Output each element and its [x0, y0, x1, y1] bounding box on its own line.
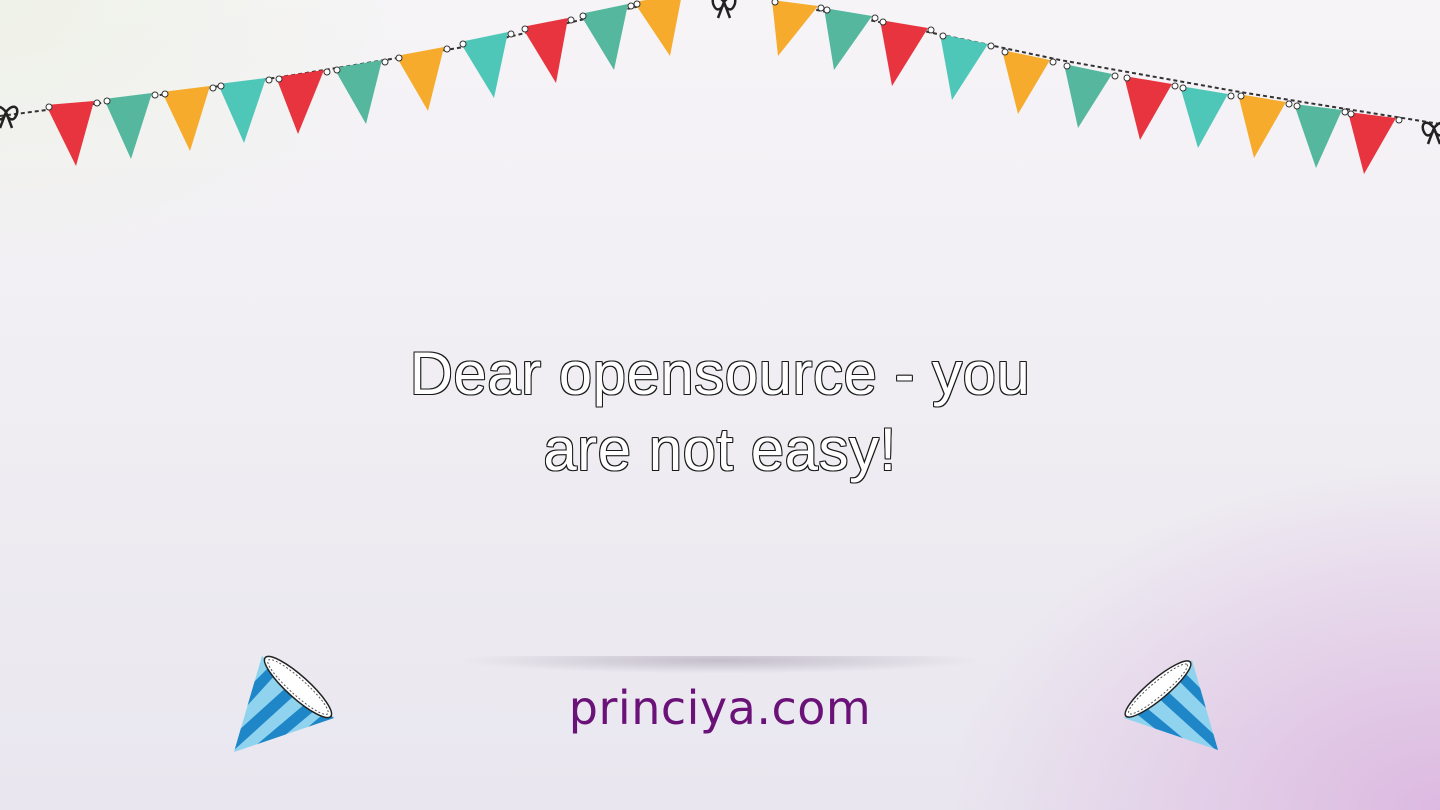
bunting-flag-right-3 — [880, 20, 928, 86]
bunting-eyelet — [507, 30, 515, 38]
bunting-eyelet — [1227, 92, 1235, 100]
banner-canvas: Dear opensource - you are not easy! prin… — [0, 0, 1440, 810]
bunting-flag-left-1 — [46, 101, 94, 166]
bow-right-icon — [1421, 121, 1440, 145]
bunting-flag-left-9 — [522, 18, 568, 83]
footer-shadow — [460, 656, 980, 678]
bunting-eyelet — [771, 0, 779, 6]
bunting-eyelet — [879, 18, 887, 26]
bunting-flag-right-7 — [1124, 76, 1172, 140]
bunting-flag-right-4 — [940, 34, 988, 100]
bunting-flag-right-11 — [1348, 112, 1396, 174]
bunting-eyelet — [333, 66, 341, 74]
bunting-eyelet — [217, 82, 225, 90]
bunting-eyelet — [823, 6, 831, 14]
bunting-flag-right-6 — [1064, 64, 1112, 128]
bunting-flag-left-3 — [162, 86, 210, 151]
bunting-eyelet — [151, 91, 159, 99]
bunting-eyelet — [459, 40, 467, 48]
bunting-flag-right-10 — [1294, 104, 1342, 168]
bunting-eyelet — [323, 68, 331, 76]
headline: Dear opensource - you are not easy! — [320, 336, 1120, 488]
bunting-eyelet — [275, 75, 283, 83]
bunting-eyelet — [1293, 102, 1301, 110]
headline-line-1: Dear opensource - you — [409, 340, 1031, 407]
bunting-eyelet — [161, 90, 169, 98]
bunting-eyelet — [567, 16, 575, 24]
headline-line-2: are not easy! — [543, 416, 897, 483]
bunting-eyelet — [395, 54, 403, 62]
bunting-eyelet — [1347, 110, 1355, 118]
bunting-flag-right-1 — [772, 0, 818, 56]
bunting-eyelet — [103, 97, 111, 105]
bunting-eyelet — [1049, 58, 1057, 66]
bunting-eyelet — [817, 4, 825, 12]
bunting-eyelet — [1179, 84, 1187, 92]
bunting-eyelet — [93, 99, 101, 107]
bunting-decoration — [0, 0, 1440, 174]
bunting-flag-left-6 — [334, 60, 382, 124]
bunting-eyelet — [627, 2, 635, 10]
bunting-eyelet — [1111, 72, 1119, 80]
bunting-eyelet — [1001, 48, 1009, 56]
party-hat-right-icon — [1124, 660, 1218, 750]
site-link[interactable]: princiya.com — [520, 676, 920, 740]
bunting-eyelet — [1123, 74, 1131, 82]
bunting-flag-right-5 — [1002, 50, 1050, 114]
bunting-flag-right-9 — [1238, 94, 1286, 158]
bunting-flag-left-5 — [276, 70, 324, 134]
bunting-flag-left-11 — [634, 0, 681, 56]
bunting-flag-left-2 — [104, 93, 152, 159]
party-hat-left-icon — [234, 655, 334, 752]
bunting-eyelet — [521, 25, 529, 33]
bunting-eyelet — [1171, 82, 1179, 90]
bunting-flag-left-10 — [580, 4, 628, 70]
bunting-eyelet — [1395, 116, 1403, 124]
bow-left-icon — [0, 105, 19, 129]
bunting-flag-left-4 — [218, 78, 266, 143]
bunting-eyelet — [443, 45, 451, 53]
bunting-flag-left-7 — [396, 47, 444, 111]
bunting-eyelet — [871, 14, 879, 22]
bunting-eyelet — [1285, 100, 1293, 108]
bunting-flag-left-8 — [460, 32, 508, 98]
bunting-eyelet — [265, 76, 273, 84]
bunting-flag-right-8 — [1180, 86, 1228, 148]
bunting-eyelet — [579, 12, 587, 20]
bunting-eyelet — [209, 84, 217, 92]
bunting-flag-right-2 — [824, 8, 872, 70]
bunting-eyelet — [45, 103, 53, 111]
bunting-eyelet — [987, 42, 995, 50]
bunting-eyelet — [381, 58, 389, 66]
bunting-eyelet — [939, 32, 947, 40]
bunting-eyelet — [633, 0, 641, 8]
bow-center-icon — [711, 0, 737, 19]
bunting-eyelet — [1237, 92, 1245, 100]
bunting-eyelet — [927, 26, 935, 34]
bunting-eyelet — [1063, 62, 1071, 70]
bunting-eyelet — [1341, 108, 1349, 116]
